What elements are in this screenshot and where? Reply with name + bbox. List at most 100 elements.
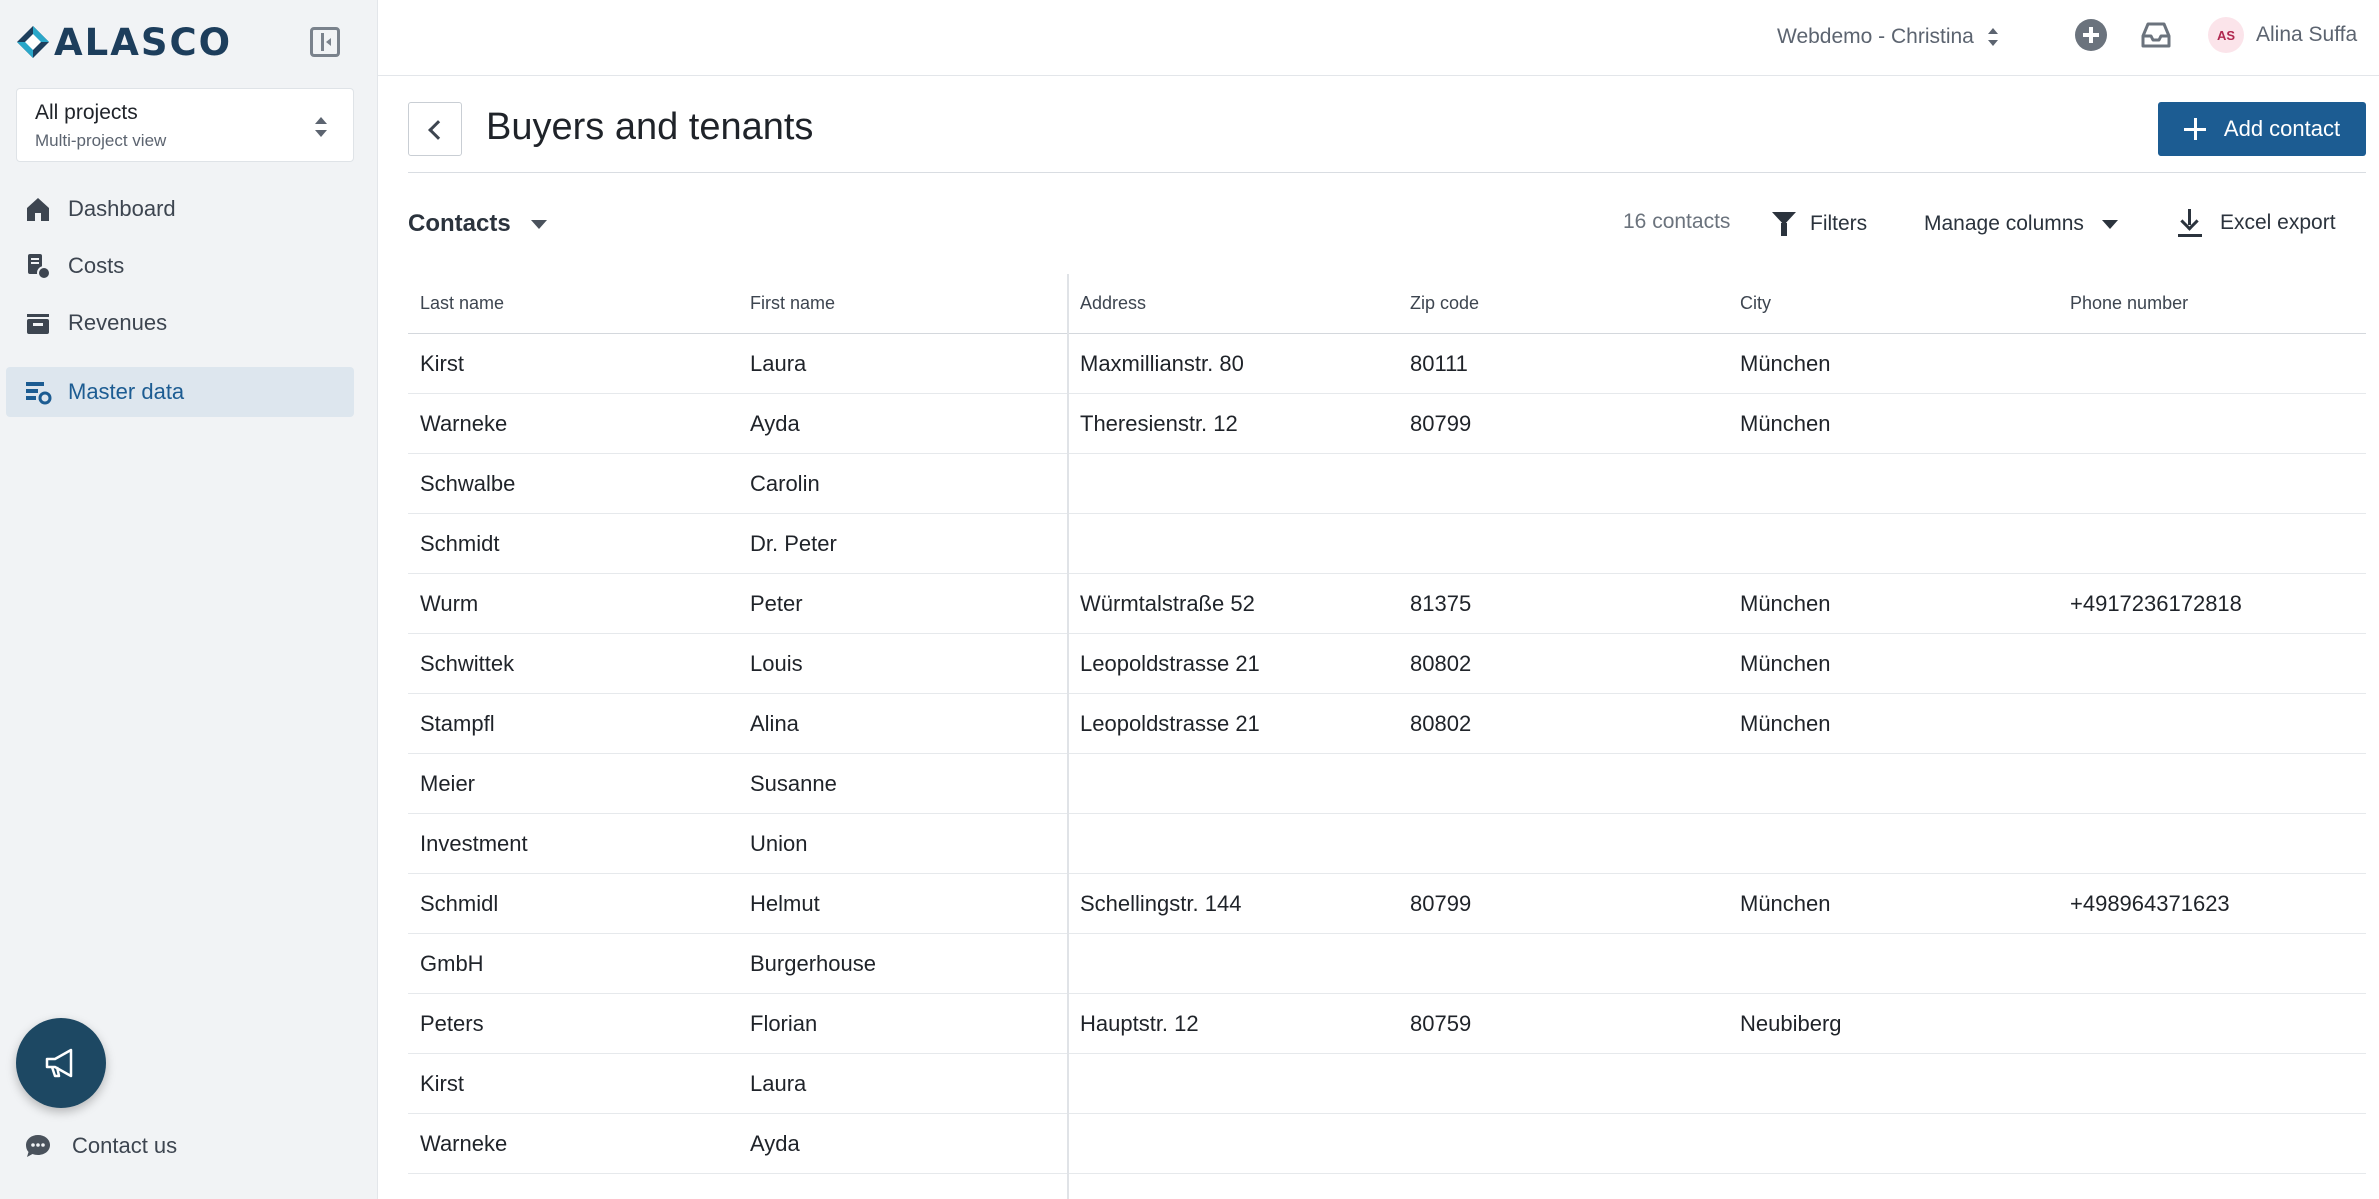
table-header: Last name First name Address Zip code Ci… [408, 274, 2366, 334]
cell-city [1740, 1114, 2050, 1174]
table-row[interactable]: Investment Union [408, 814, 2366, 874]
cell-first-name: Alina [750, 711, 799, 736]
cell-first-name: Florian [750, 1011, 818, 1036]
contact-us-link[interactable]: Contact us [24, 1128, 177, 1164]
table-row[interactable]: GmbH Burgerhouse [408, 934, 2366, 994]
table-row[interactable]: Wurm Peter Würmtalstraße 52 81375 München +49… [408, 574, 2366, 634]
sidebar-item-dashboard[interactable]: Dashboard [6, 184, 354, 234]
top-bar: Webdemo - Christina AS Alina Suffa [378, 0, 2379, 76]
cell-address [1080, 814, 1390, 874]
cell-last-name: Warneke [420, 411, 508, 436]
caret-down-icon [2101, 219, 2118, 229]
cell-zip-code: 80759 [1410, 1011, 1472, 1036]
table-row[interactable]: Warneke Ayda [408, 1114, 2366, 1174]
contacts-table: Last name First name Address Zip code Ci… [408, 274, 2366, 1174]
cell-city: München [1740, 351, 1831, 376]
column-header-first-name[interactable]: First name [750, 274, 1060, 334]
cell-phone-number [2070, 934, 2360, 994]
cell-first-name: Peter [750, 591, 803, 616]
column-header-zip-code[interactable]: Zip code [1410, 274, 1720, 334]
project-selector-subtitle: Multi-project view [35, 131, 167, 150]
project-selector[interactable]: All projects Multi-project view [16, 88, 354, 162]
cell-zip-code [1410, 1114, 1720, 1174]
cell-first-name: Laura [750, 351, 807, 376]
view-dropdown[interactable]: Contacts [408, 208, 547, 240]
cell-last-name: Schwittek [420, 651, 515, 676]
manage-columns-label: Manage columns [1924, 212, 2084, 235]
column-header-city[interactable]: City [1740, 274, 2050, 334]
cell-city [1740, 1054, 2050, 1114]
updown-chevron-icon [1987, 28, 1998, 46]
sidebar-item-label: Dashboard [68, 196, 176, 221]
cell-address: Maxmillianstr. 80 [1080, 351, 1244, 376]
column-header-address[interactable]: Address [1080, 274, 1390, 334]
table-row[interactable]: Schmidl Helmut Schellingstr. 144 80799 Münch… [408, 874, 2366, 934]
plus-icon [2183, 118, 2206, 140]
cell-zip-code: 80799 [1410, 891, 1472, 916]
add-contact-button[interactable]: Add contact [2158, 102, 2366, 156]
announcements-button[interactable] [16, 1018, 106, 1108]
cell-zip-code [1410, 754, 1720, 814]
table-row[interactable]: Peters Florian Hauptstr. 12 80759 Neubiberg [408, 994, 2366, 1054]
download-icon [2178, 209, 2202, 237]
column-header-phone-number[interactable]: Phone number [2070, 274, 2360, 334]
cell-address: Würmtalstraße 52 [1080, 591, 1255, 616]
cell-last-name: Schmidt [420, 531, 500, 556]
add-circle-icon[interactable] [2075, 19, 2107, 51]
cell-address [1080, 1114, 1390, 1174]
cell-phone-number [2070, 754, 2360, 814]
sidebar-item-costs[interactable]: Costs [6, 241, 354, 291]
cell-city: München [1740, 411, 1831, 436]
cell-first-name: Carolin [750, 471, 820, 496]
manage-columns-dropdown[interactable]: Manage columns [1924, 208, 2118, 240]
sidebar-item-revenues[interactable]: Revenues [6, 298, 354, 348]
cell-first-name: Laura [750, 1071, 807, 1096]
cell-zip-code: 81375 [1410, 591, 1472, 616]
cell-address: Schellingstr. 144 [1080, 891, 1242, 916]
cell-last-name: Peters [420, 1011, 484, 1036]
alasco-logo-icon [17, 26, 49, 58]
table-row[interactable]: Meier Susanne [408, 754, 2366, 814]
table-row[interactable]: Schwittek Louis Leopoldstrasse 21 80802 Münc… [408, 634, 2366, 694]
avatar: AS [2208, 17, 2244, 53]
cell-last-name: Kirst [420, 351, 464, 376]
filters-button[interactable]: Filters [1772, 208, 1867, 240]
cell-phone-number [2070, 1114, 2360, 1174]
excel-export-button[interactable]: Excel export [2178, 206, 2336, 240]
cell-zip-code [1410, 514, 1720, 574]
cell-phone-number [2070, 334, 2360, 394]
contact-us-label: Contact us [72, 1133, 178, 1158]
table-row[interactable]: Warneke Ayda Theresienstr. 12 80799 München [408, 394, 2366, 454]
cell-phone-number: +4917236172818 [2070, 591, 2242, 616]
cell-first-name: Ayda [750, 411, 800, 436]
cell-first-name: Susanne [750, 771, 837, 796]
brand-logo[interactable]: ALASCO [16, 21, 356, 64]
column-header-last-name[interactable]: Last name [420, 274, 730, 334]
sidebar-nav: Dashboard Costs Revenues Master data [6, 184, 354, 424]
add-contact-label: Add contact [2223, 116, 2341, 141]
cell-phone-number [2070, 1054, 2360, 1114]
cell-phone-number [2070, 514, 2360, 574]
inbox-icon[interactable] [2140, 20, 2172, 50]
cell-city [1740, 934, 2050, 994]
table-row[interactable]: Schmidt Dr. Peter [408, 514, 2366, 574]
cell-last-name: Stampfl [420, 711, 495, 736]
filters-label: Filters [1810, 212, 1868, 235]
back-button[interactable] [408, 102, 462, 156]
table-row[interactable]: Stampfl Alina Leopoldstrasse 21 80802 Münche… [408, 694, 2366, 754]
view-dropdown-label: Contacts [408, 210, 511, 237]
sidebar-item-master-data[interactable]: Master data [6, 367, 354, 417]
user-menu[interactable]: AS Alina Suffa [2208, 16, 2357, 54]
cell-zip-code: 80111 [1410, 351, 1468, 376]
table-row[interactable]: Schwalbe Carolin [408, 454, 2366, 514]
cell-zip-code [1410, 934, 1720, 994]
cell-address: Theresienstr. 12 [1080, 411, 1238, 436]
workspace-selector[interactable]: Webdemo - Christina [1777, 20, 1998, 54]
sidebar-item-label: Master data [68, 379, 185, 404]
collapse-sidebar-icon[interactable] [310, 27, 340, 57]
table-row[interactable]: Kirst Laura Maxmillianstr. 80 80111 München [408, 334, 2366, 394]
table-row[interactable]: Kirst Laura [408, 1054, 2366, 1114]
chat-icon [26, 1135, 50, 1157]
filter-icon [1772, 212, 1796, 236]
cell-city: München [1740, 591, 1831, 616]
